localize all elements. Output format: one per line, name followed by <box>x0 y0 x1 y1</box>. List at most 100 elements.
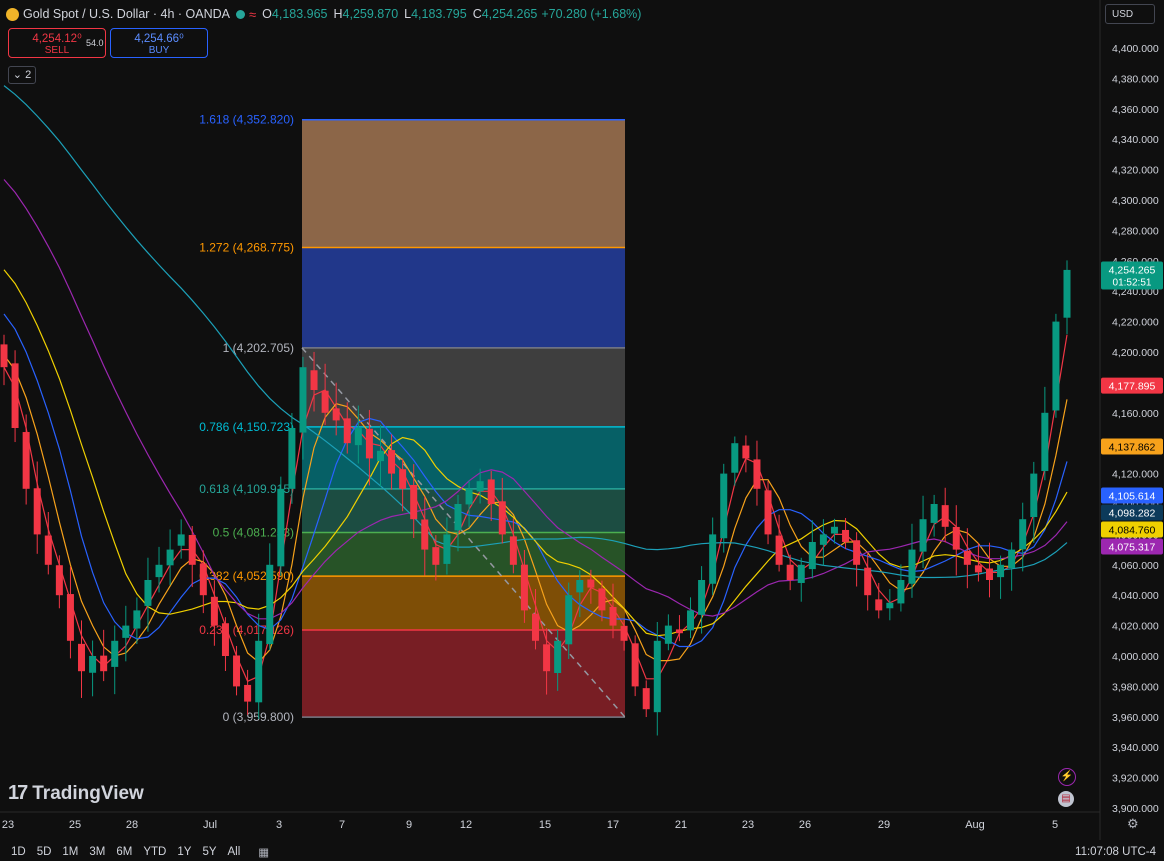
open-value: 4,183.965 <box>271 7 328 21</box>
candle-body <box>543 644 551 672</box>
candle-body <box>487 479 495 504</box>
range-1y[interactable]: 1Y <box>177 846 191 858</box>
candle-body <box>775 535 783 565</box>
candle-body <box>952 526 960 550</box>
close-label: C <box>472 7 482 21</box>
x-tick-label: 23 <box>2 819 14 831</box>
candle-body <box>255 640 263 703</box>
candle-body <box>288 428 296 489</box>
candle-body <box>376 450 384 462</box>
candle-body <box>498 501 506 535</box>
tradingview-logo[interactable]: 17 TradingView <box>8 782 144 805</box>
candle-body <box>963 550 971 565</box>
candle-body <box>819 534 827 545</box>
fib-zone <box>302 347 625 427</box>
candle-body <box>1052 321 1060 411</box>
chevron-down-icon: ⌄ <box>12 69 23 81</box>
range-1m[interactable]: 1M <box>62 846 78 858</box>
price-label: 4,177.895 <box>1109 381 1156 393</box>
y-tick-label: 4,300.000 <box>1112 195 1159 207</box>
candle-body <box>930 504 938 523</box>
candle-body <box>210 596 218 626</box>
gear-icon[interactable]: ⚙ <box>1127 816 1139 832</box>
symbol-header: Gold Spot / U.S. Dollar · 4h · OANDA ≈ O… <box>6 5 641 23</box>
range-3m[interactable]: 3M <box>89 846 105 858</box>
low-value: 4,183.795 <box>411 7 467 21</box>
change-value: +70.280 (+1.68%) <box>541 7 642 21</box>
candle-body <box>133 610 141 629</box>
close-value: 4,254.265 <box>481 7 538 21</box>
candle-body <box>421 519 429 550</box>
buy-button[interactable]: 4,254.66⁰ BUY <box>110 28 208 58</box>
calendar-icon[interactable]: ▦ <box>258 845 269 859</box>
range-6m[interactable]: 6M <box>116 846 132 858</box>
candle-body <box>565 595 573 645</box>
high-value: 4,259.870 <box>342 7 399 21</box>
candle-body <box>122 625 130 638</box>
candle-body <box>144 580 152 606</box>
range-5y[interactable]: 5Y <box>202 846 216 858</box>
y-tick-label: 4,340.000 <box>1112 134 1159 146</box>
y-tick-label: 4,380.000 <box>1112 73 1159 85</box>
y-tick-label: 4,160.000 <box>1112 408 1159 420</box>
x-tick-label: 23 <box>742 819 754 831</box>
candle-body <box>277 488 285 567</box>
candle-body <box>111 640 119 667</box>
candle-body <box>520 564 528 611</box>
us-flag-icon[interactable]: ▤ <box>1058 791 1074 807</box>
candle-body <box>687 610 695 631</box>
candle-body <box>443 534 451 564</box>
y-tick-label: 3,940.000 <box>1112 742 1159 754</box>
candle-body <box>1030 473 1038 518</box>
candle-body <box>609 606 617 626</box>
chart-canvas[interactable]: 1.618 (4,352.820)1.272 (4,268.775)1 (4,2… <box>0 0 1164 861</box>
price-label: 4,254.265 <box>1109 265 1156 277</box>
candle-body <box>720 473 728 539</box>
range-1d[interactable]: 1D <box>11 846 26 858</box>
candle-body <box>985 568 993 580</box>
candle-body <box>155 564 163 578</box>
spread-value: 54.0 <box>86 38 104 48</box>
fib-label: 1.272 (4,268.775) <box>199 240 294 254</box>
low-label: L <box>404 7 412 21</box>
candle-body <box>33 488 41 535</box>
candle-body <box>454 504 462 531</box>
indicators-toggle[interactable]: ⌄ 2 <box>8 66 36 84</box>
candle-body <box>299 367 307 433</box>
lightning-icon[interactable]: ⚡ <box>1058 768 1076 786</box>
clock[interactable]: 11:07:08 UTC-4 <box>1075 846 1156 858</box>
fib-label: 0.786 (4,150.723) <box>199 420 294 434</box>
range-5d[interactable]: 5D <box>37 846 52 858</box>
y-tick-label: 4,400.000 <box>1112 43 1159 55</box>
candle-body <box>233 655 241 687</box>
candle-body <box>709 534 717 584</box>
market-status-dot[interactable] <box>236 9 246 19</box>
symbol-title[interactable]: Gold Spot / U.S. Dollar · 4h · OANDA <box>23 7 230 21</box>
high-label: H <box>333 7 343 21</box>
y-tick-label: 4,200.000 <box>1112 347 1159 359</box>
range-all[interactable]: All <box>228 846 241 858</box>
y-tick-label: 4,040.000 <box>1112 590 1159 602</box>
candle-body <box>177 534 185 546</box>
fib-zone <box>302 247 625 348</box>
x-tick-label: 21 <box>675 819 687 831</box>
data-quality-icon[interactable]: ≈ <box>249 7 256 22</box>
candle-body <box>432 547 440 565</box>
x-tick-label: 28 <box>126 819 138 831</box>
currency-selector[interactable]: USD <box>1105 4 1155 24</box>
indicator-count: 2 <box>25 69 32 81</box>
candle-body <box>532 613 539 641</box>
candle-body <box>753 459 761 489</box>
candle-body <box>875 599 883 611</box>
x-tick-label: 25 <box>69 819 81 831</box>
x-tick-label: 26 <box>799 819 811 831</box>
tradingview-icon: 17 <box>8 782 28 804</box>
candle-body <box>620 625 628 641</box>
candle-body <box>365 428 373 459</box>
range-ytd[interactable]: YTD <box>143 846 166 858</box>
x-tick-label: 9 <box>406 819 412 831</box>
x-tick-label: 12 <box>460 819 472 831</box>
candle-body <box>465 488 473 505</box>
open-label: O <box>262 7 272 21</box>
fib-zone <box>302 629 625 718</box>
